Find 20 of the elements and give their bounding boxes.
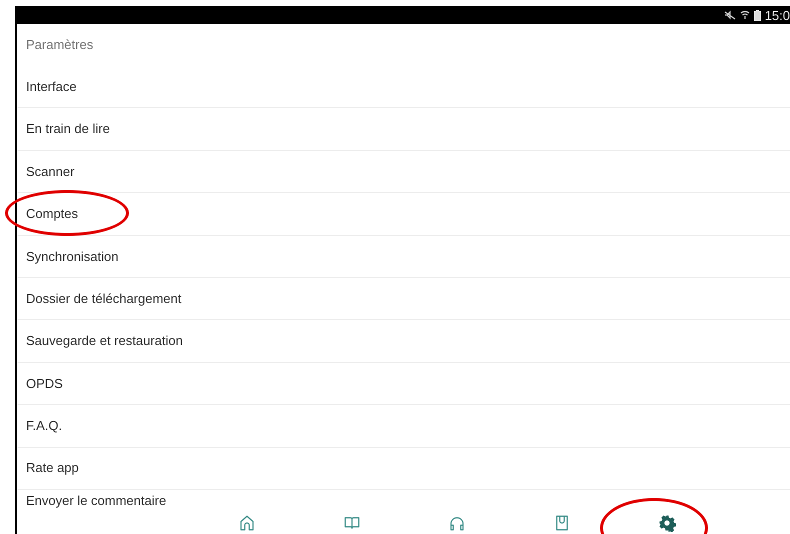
- settings-item[interactable]: Synchronisation: [17, 236, 790, 278]
- gear-icon: [658, 514, 676, 532]
- settings-item[interactable]: Interface: [17, 66, 790, 108]
- page-title: Paramètres: [26, 36, 94, 54]
- settings-item[interactable]: Envoyer le commentaire: [17, 490, 790, 512]
- settings-item[interactable]: Rate app: [17, 448, 790, 490]
- settings-item[interactable]: En train de lire: [17, 108, 790, 151]
- settings-item[interactable]: OPDS: [17, 362, 790, 406]
- mute-icon: [724, 10, 736, 20]
- status-time: 15:0: [764, 8, 790, 22]
- settings-item[interactable]: Sauvegarde et restauration: [17, 320, 790, 363]
- settings-item[interactable]: F.A.Q.: [17, 405, 790, 448]
- settings-item[interactable]: Dossier de téléchargement: [17, 278, 790, 320]
- headphones-icon: [448, 514, 466, 532]
- wifi-icon: [740, 10, 750, 20]
- battery-icon: [754, 10, 761, 20]
- book-icon: [342, 514, 360, 532]
- home-icon: [238, 514, 256, 532]
- settings-item[interactable]: Scanner: [17, 150, 790, 194]
- settings-item[interactable]: Comptes: [17, 193, 790, 236]
